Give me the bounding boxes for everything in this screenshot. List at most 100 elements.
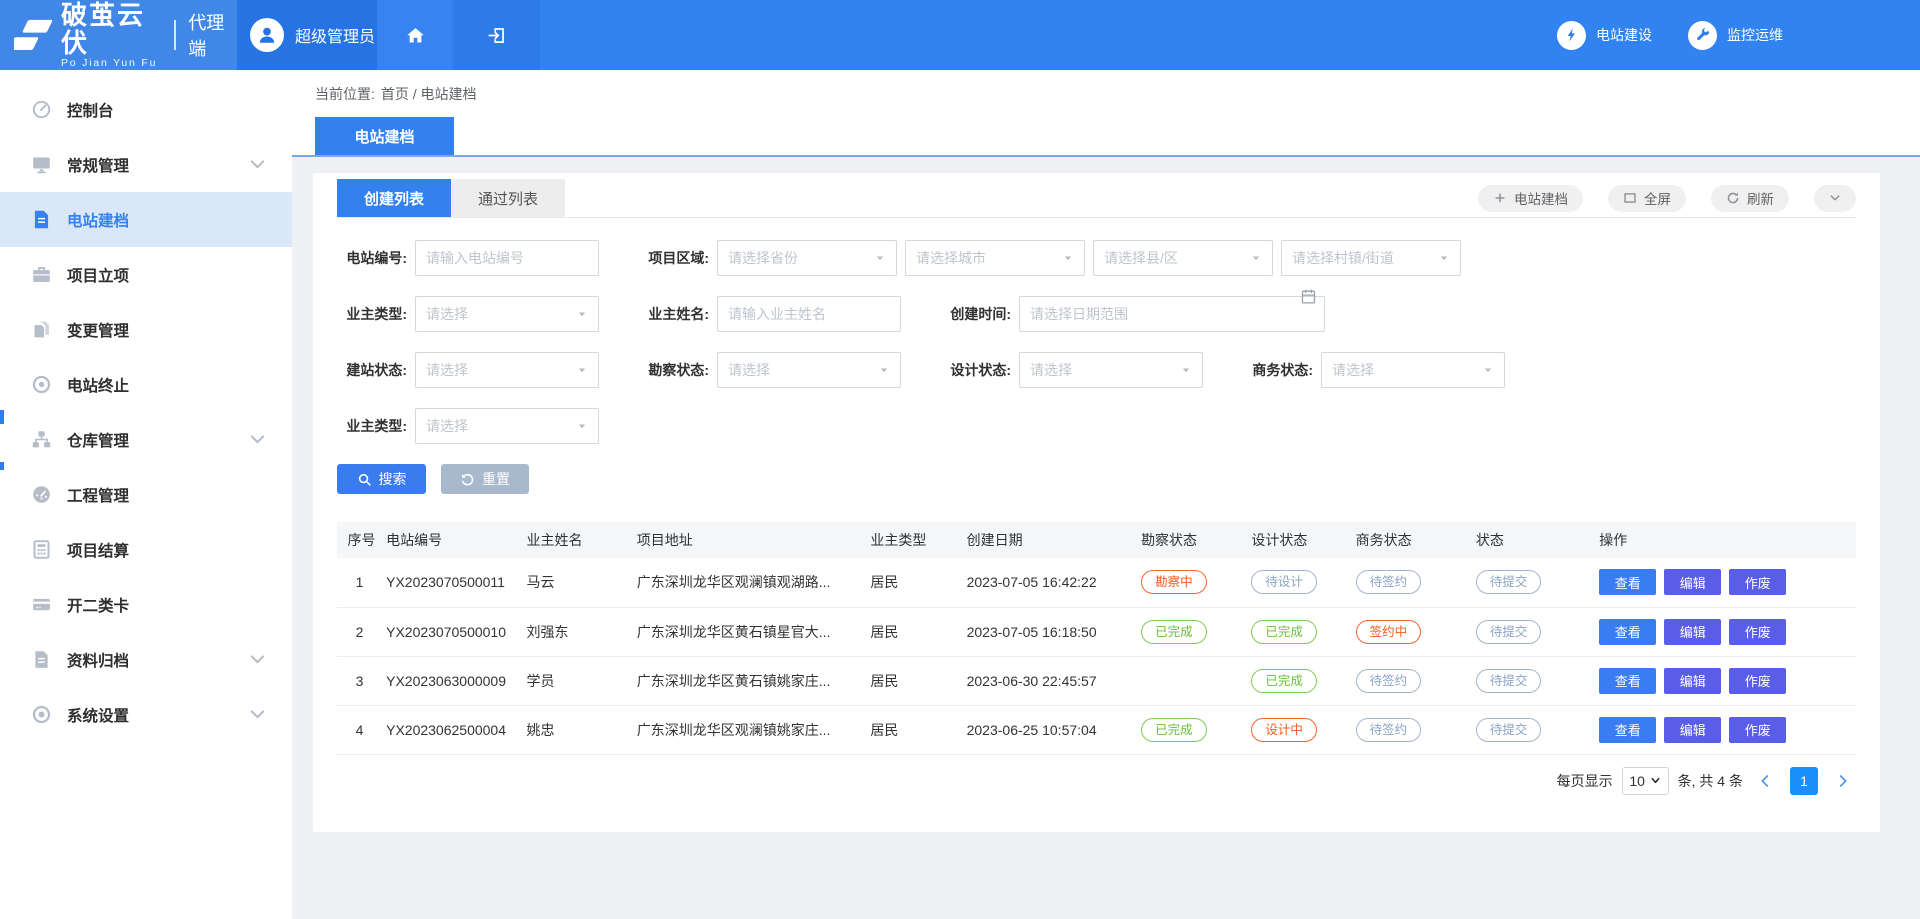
cell-project-address: 广东深圳龙华区黄石镇姚家庄...	[633, 656, 867, 705]
view-button[interactable]: 查看	[1599, 619, 1656, 645]
caret-down-icon	[1180, 364, 1192, 376]
logout-button[interactable]	[453, 0, 540, 70]
placeholder-text: 请选择村镇/街道	[1292, 248, 1432, 268]
cell-status: 待提交	[1472, 656, 1595, 705]
sidebar-item-engineering-mgmt[interactable]: 工程管理	[0, 467, 292, 522]
logo-icon	[14, 15, 56, 55]
sidebar-item-warehouse-mgmt[interactable]: 仓库管理	[0, 412, 292, 467]
fullscreen-icon	[1623, 191, 1637, 205]
table-row: 4YX2023062500004姚忠广东深圳龙华区观澜镇姚家庄...居民2023…	[337, 705, 1856, 754]
cell-created-date: 2023-06-25 10:57:04	[963, 705, 1137, 754]
filter-label: 业主姓名:	[639, 304, 709, 324]
void-button[interactable]: 作废	[1729, 717, 1786, 743]
button-label: 电站建档	[1514, 188, 1568, 208]
business-status-badge: 签约中	[1356, 620, 1422, 644]
town-select[interactable]: 请选择村镇/街道	[1281, 240, 1461, 276]
per-page-select[interactable]: 10	[1622, 767, 1669, 795]
create-time-input[interactable]: 请选择日期范围	[1019, 296, 1325, 332]
button-label: 重置	[482, 469, 510, 489]
nav-monitor-ops[interactable]: 监控运维	[1688, 21, 1783, 50]
top-bar: 破茧云伏 Po Jian Yun Fu 代理端 超级管理员 电站建设 监控运维	[0, 0, 1920, 70]
survey-status-select[interactable]: 请选择	[717, 352, 901, 388]
prev-page-button[interactable]	[1752, 773, 1778, 789]
placeholder-text: 请选择	[728, 360, 872, 380]
sidebar-item-station-stop[interactable]: 电站终止	[0, 357, 292, 412]
status-status-badge: 待提交	[1476, 620, 1542, 644]
view-button[interactable]: 查看	[1599, 668, 1656, 694]
button-label: 刷新	[1747, 188, 1774, 208]
view-button[interactable]: 查看	[1599, 717, 1656, 743]
survey-status-badge: 已完成	[1141, 718, 1207, 742]
collapse-button[interactable]	[1814, 185, 1856, 212]
search-button[interactable]: 搜索	[337, 464, 426, 494]
sidebar-item-label: 电站建档	[67, 209, 268, 231]
edit-button[interactable]: 编辑	[1664, 717, 1721, 743]
caret-down-icon	[576, 364, 588, 376]
caret-down-icon	[1482, 364, 1494, 376]
design-status-select[interactable]: 请选择	[1019, 352, 1203, 388]
sitemap-icon	[31, 429, 52, 450]
owner-type-2-select[interactable]: 请选择	[415, 408, 599, 444]
cell-actions: 查看编辑作废	[1595, 705, 1856, 754]
edit-button[interactable]: 编辑	[1664, 619, 1721, 645]
station-code-input[interactable]: 请输入电站编号	[415, 240, 599, 276]
chevron-down-icon	[247, 704, 268, 725]
void-button[interactable]: 作废	[1729, 619, 1786, 645]
portal-label: 代理端	[174, 20, 237, 50]
cell-index: 1	[337, 558, 382, 607]
edit-button[interactable]: 编辑	[1664, 569, 1721, 595]
home-button[interactable]	[377, 0, 453, 70]
caret-down-icon	[576, 308, 588, 320]
sidebar-item-system-settings[interactable]: 系统设置	[0, 687, 292, 742]
cell-owner-type: 居民	[866, 607, 962, 656]
tab-create-list[interactable]: 创建列表	[337, 179, 451, 217]
build-status-select[interactable]: 请选择	[415, 352, 599, 388]
fullscreen-button[interactable]: 全屏	[1608, 185, 1686, 212]
work-area: 创建列表 通过列表 电站建档 全屏	[292, 157, 1920, 919]
sidebar-item-project-approval[interactable]: 项目立项	[0, 247, 292, 302]
page-1-button[interactable]: 1	[1790, 767, 1818, 795]
nav-station-build[interactable]: 电站建设	[1557, 21, 1652, 50]
user-name: 超级管理员	[295, 23, 375, 47]
province-select[interactable]: 请选择省份	[717, 240, 897, 276]
view-button[interactable]: 查看	[1599, 569, 1656, 595]
next-page-button[interactable]	[1830, 773, 1856, 789]
filter-label: 建站状态:	[337, 360, 407, 380]
sidebar-item-data-archive[interactable]: 资料归档	[0, 632, 292, 687]
business-status-badge: 待签约	[1356, 570, 1422, 594]
void-button[interactable]: 作废	[1729, 569, 1786, 595]
user-section[interactable]: 超级管理员	[237, 0, 377, 70]
tab-passed-list[interactable]: 通过列表	[451, 179, 565, 217]
county-select[interactable]: 请选择县/区	[1093, 240, 1273, 276]
refresh-button[interactable]: 刷新	[1711, 185, 1789, 212]
calendar-icon	[1300, 288, 1317, 305]
cell-index: 4	[337, 705, 382, 754]
page-tab-station-archive[interactable]: 电站建档	[315, 117, 454, 155]
sidebar-item-general-mgmt[interactable]: 常规管理	[0, 137, 292, 192]
owner-name-input[interactable]: 请输入业主姓名	[717, 296, 901, 332]
sidebar-item-project-settle[interactable]: 项目结算	[0, 522, 292, 577]
filter-label: 业主类型:	[337, 416, 407, 436]
void-button[interactable]: 作废	[1729, 668, 1786, 694]
design-status-badge: 已完成	[1251, 620, 1317, 644]
edit-button[interactable]: 编辑	[1664, 668, 1721, 694]
placeholder-text: 请选择城市	[916, 248, 1056, 268]
reset-button[interactable]: 重置	[441, 464, 529, 494]
column-header: 操作	[1595, 522, 1856, 558]
business-status-select[interactable]: 请选择	[1321, 352, 1505, 388]
survey-status-badge: 已完成	[1141, 620, 1207, 644]
owner-type-select[interactable]: 请选择	[415, 296, 599, 332]
create-station-button[interactable]: 电站建档	[1478, 185, 1583, 212]
placeholder-text: 请选择	[1332, 360, 1476, 380]
logo-section: 破茧云伏 Po Jian Yun Fu 代理端	[0, 0, 237, 70]
sidebar-item-change-mgmt[interactable]: 变更管理	[0, 302, 292, 357]
sidebar-item-console[interactable]: 控制台	[0, 82, 292, 137]
cell-survey-status: 已完成	[1137, 705, 1247, 754]
placeholder-text: 请选择	[426, 416, 570, 436]
caret-down-icon	[878, 364, 890, 376]
sidebar-item-label: 常规管理	[67, 154, 247, 176]
sidebar-item-station-archive[interactable]: 电站建档	[0, 192, 292, 247]
sidebar-item-open-card[interactable]: 开二类卡	[0, 577, 292, 632]
city-select[interactable]: 请选择城市	[905, 240, 1085, 276]
pagination: 每页显示 10 条, 共 4 条 1	[337, 767, 1856, 795]
